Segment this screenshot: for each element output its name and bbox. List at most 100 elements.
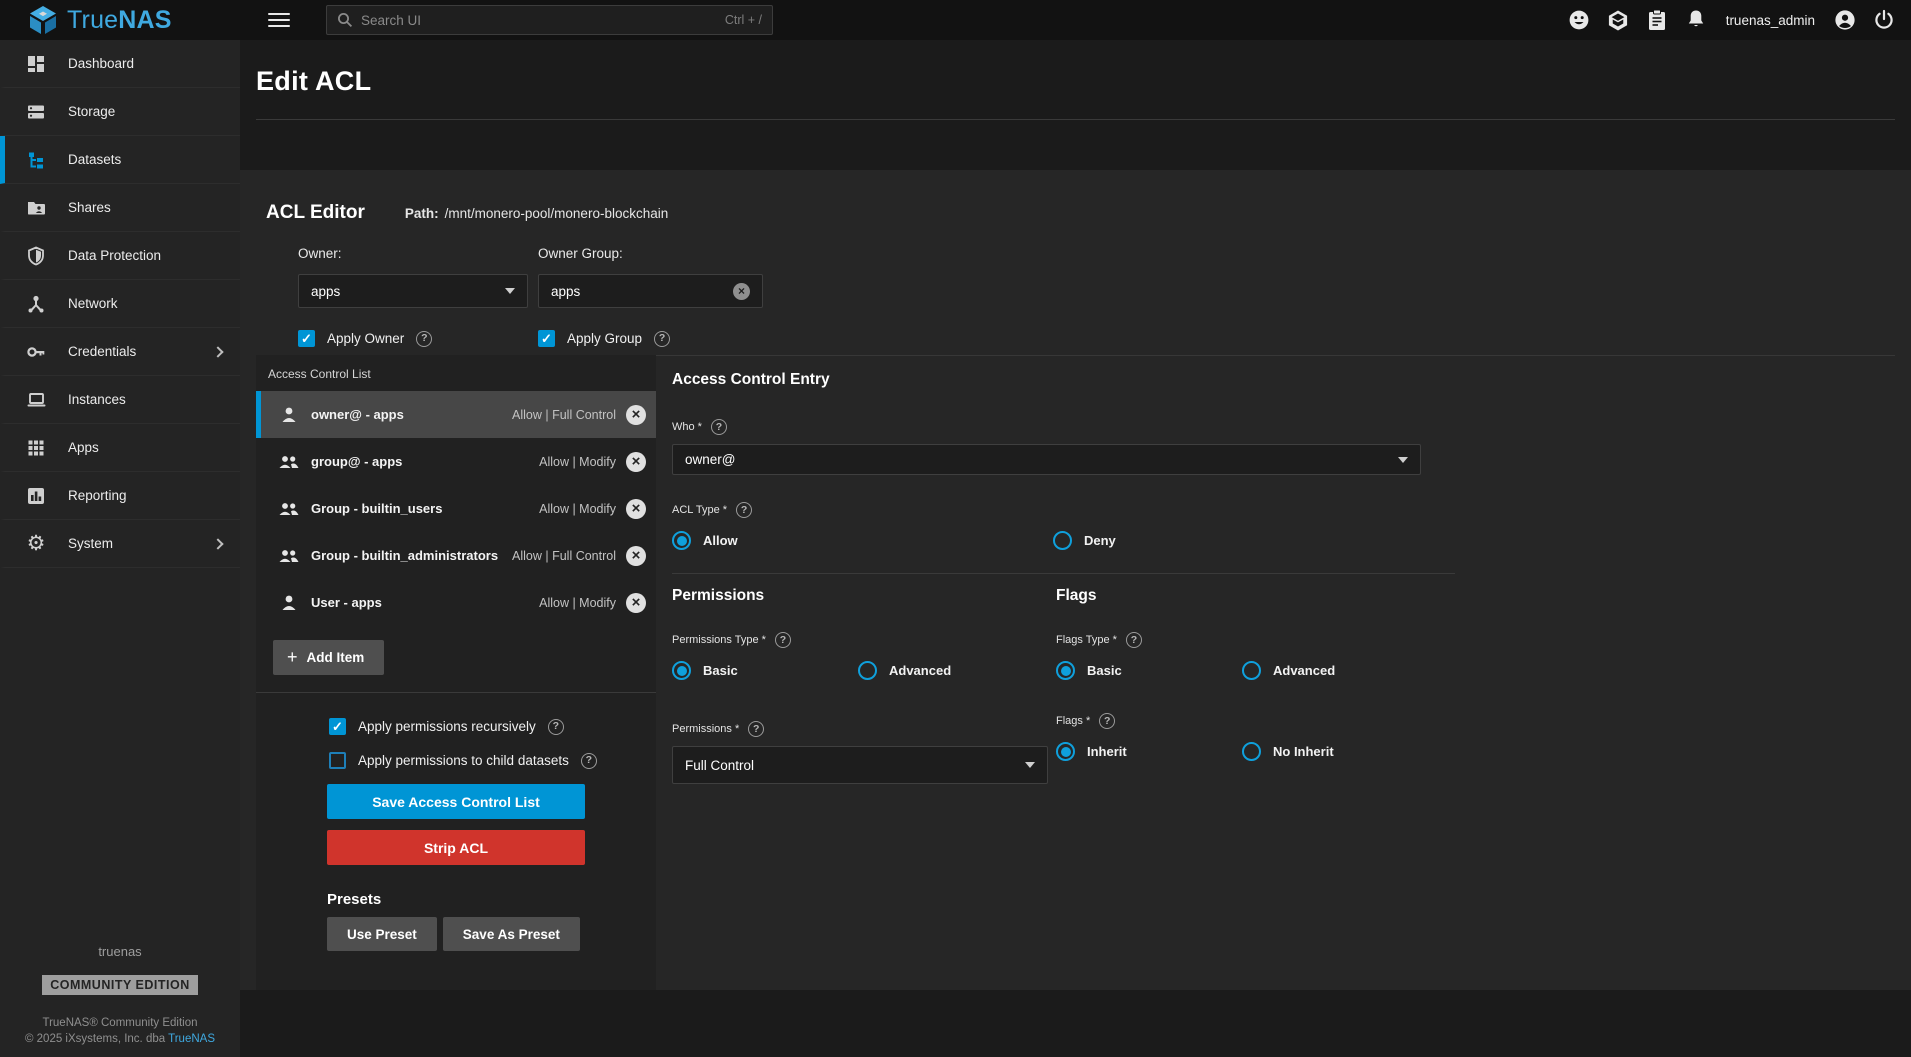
sidebar-item-system[interactable]: ⚙ System: [0, 520, 240, 568]
owner-select[interactable]: apps: [298, 274, 528, 308]
jobs-clipboard-icon[interactable]: [1646, 9, 1668, 31]
search-input[interactable]: [361, 13, 717, 28]
strip-acl-button[interactable]: Strip ACL: [327, 830, 585, 865]
flags-heading: Flags: [1056, 587, 1440, 605]
top-bar: TrueNAS Ctrl + / truenas_admin: [0, 0, 1911, 40]
sidebar-item-datasets[interactable]: Datasets: [0, 136, 240, 184]
power-icon[interactable]: [1873, 9, 1895, 31]
acl-type-deny-radio[interactable]: [1053, 531, 1072, 550]
footer-edition-text: TrueNAS® Community Edition: [0, 1017, 240, 1029]
sidebar-item-credentials[interactable]: Credentials: [0, 328, 240, 376]
sidebar-item-dashboard[interactable]: Dashboard: [0, 40, 240, 88]
acl-entry-row[interactable]: Group - builtin_administrators Allow | F…: [256, 532, 656, 579]
acl-entry-summary: Allow | Modify: [539, 502, 616, 516]
user-icon: [278, 404, 300, 426]
apply-owner-checkbox[interactable]: ✓: [298, 330, 315, 347]
sidebar-item-storage[interactable]: Storage: [0, 88, 240, 136]
acl-type-label: ACL Type *: [672, 504, 727, 516]
chevron-right-icon: [212, 346, 223, 357]
apply-group-checkbox[interactable]: ✓: [538, 330, 555, 347]
help-icon[interactable]: ?: [581, 753, 597, 769]
ace-divider: [672, 573, 1455, 574]
sidebar-item-reporting[interactable]: Reporting: [0, 472, 240, 520]
help-icon[interactable]: ?: [736, 502, 752, 518]
apply-recursively-checkbox[interactable]: ✓: [329, 718, 346, 735]
sidebar-item-apps[interactable]: Apps: [0, 424, 240, 472]
owner-group-label: Owner Group:: [538, 246, 763, 261]
help-icon[interactable]: ?: [654, 331, 670, 347]
owner-group-input[interactable]: apps ×: [538, 274, 763, 308]
flags-type-advanced-radio[interactable]: [1242, 661, 1261, 680]
apply-child-datasets-checkbox[interactable]: [329, 752, 346, 769]
clear-icon[interactable]: ×: [733, 283, 750, 300]
truenas-logo-icon: [28, 5, 58, 35]
permissions-select[interactable]: Full Control: [672, 746, 1048, 784]
add-item-button[interactable]: +Add Item: [273, 640, 384, 675]
reporting-chart-icon: [25, 485, 47, 507]
permissions-type-advanced-radio[interactable]: [858, 661, 877, 680]
sidebar-item-shares[interactable]: Shares: [0, 184, 240, 232]
sidebar-item-data-protection[interactable]: Data Protection: [0, 232, 240, 280]
acl-type-allow-radio[interactable]: [672, 531, 691, 550]
sidebar-item-network[interactable]: Network: [0, 280, 240, 328]
title-divider: [256, 119, 1895, 120]
chevron-down-icon: [505, 288, 515, 294]
username-label: truenas_admin: [1726, 13, 1815, 28]
use-preset-button[interactable]: Use Preset: [327, 917, 437, 951]
flags-type-advanced-label: Advanced: [1273, 663, 1335, 678]
permissions-type-basic-label: Basic: [703, 663, 738, 678]
acl-entry-row[interactable]: User - apps Allow | Modify ×: [256, 579, 656, 626]
flags-section: Flags Flags Type * ? Basic Advanced: [1056, 587, 1440, 784]
remove-entry-icon[interactable]: ×: [626, 405, 646, 425]
panel-divider: [256, 692, 656, 693]
menu-toggle-icon[interactable]: [268, 9, 290, 31]
who-select[interactable]: owner@: [672, 444, 1421, 475]
flags-inherit-radio[interactable]: [1056, 742, 1075, 761]
acl-type-allow-label: Allow: [703, 533, 738, 548]
truenas-logo[interactable]: TrueNAS: [0, 5, 240, 35]
laptop-icon: [25, 389, 47, 411]
alerts-bell-icon[interactable]: [1685, 9, 1707, 31]
owner-label: Owner:: [298, 246, 528, 261]
help-icon[interactable]: ?: [1099, 713, 1115, 729]
flags-no-inherit-radio[interactable]: [1242, 742, 1261, 761]
permissions-type-basic-radio[interactable]: [672, 661, 691, 680]
remove-entry-icon[interactable]: ×: [626, 499, 646, 519]
remove-entry-icon[interactable]: ×: [626, 452, 646, 472]
flags-type-basic-radio[interactable]: [1056, 661, 1075, 680]
save-as-preset-button[interactable]: Save As Preset: [443, 917, 580, 951]
remove-entry-icon[interactable]: ×: [626, 546, 646, 566]
page-title: Edit ACL: [240, 40, 1911, 97]
search-box[interactable]: Ctrl + /: [326, 5, 773, 35]
acl-entry-row[interactable]: group@ - apps Allow | Modify ×: [256, 438, 656, 485]
acl-entry-row[interactable]: owner@ - apps Allow | Full Control ×: [256, 391, 656, 438]
help-icon[interactable]: ?: [548, 719, 564, 735]
save-acl-button[interactable]: Save Access Control List: [327, 784, 585, 819]
help-icon[interactable]: ?: [775, 632, 791, 648]
flags-type-basic-label: Basic: [1087, 663, 1122, 678]
user-avatar-icon[interactable]: [1834, 9, 1856, 31]
sidebar-item-label: System: [68, 536, 113, 551]
storage-icon: [25, 101, 47, 123]
help-icon[interactable]: ?: [711, 419, 727, 435]
brand-text: TrueNAS: [67, 6, 172, 35]
acl-entry-row[interactable]: Group - builtin_users Allow | Modify ×: [256, 485, 656, 532]
shares-folder-icon: [25, 197, 47, 219]
permissions-section: Permissions Permissions Type * ? Basic A…: [672, 587, 1056, 784]
acl-entry-summary: Allow | Modify: [539, 596, 616, 610]
sidebar-item-instances[interactable]: Instances: [0, 376, 240, 424]
feedback-smiley-icon[interactable]: [1568, 9, 1590, 31]
flags-label: Flags *: [1056, 715, 1090, 727]
acl-editor-title: ACL Editor: [266, 202, 365, 224]
truecommand-icon[interactable]: [1607, 9, 1629, 31]
remove-entry-icon[interactable]: ×: [626, 593, 646, 613]
acl-editor-card: ACL Editor Path:/mnt/monero-pool/monero-…: [240, 170, 1911, 990]
help-icon[interactable]: ?: [416, 331, 432, 347]
main-content: Edit ACL ACL Editor Path:/mnt/monero-poo…: [240, 40, 1911, 1057]
sidebar-item-label: Instances: [68, 392, 126, 407]
help-icon[interactable]: ?: [1126, 632, 1142, 648]
ace-title: Access Control Entry: [672, 371, 1895, 389]
truenas-footer-link[interactable]: TrueNAS: [168, 1033, 215, 1045]
search-shortcut: Ctrl + /: [725, 13, 762, 27]
help-icon[interactable]: ?: [748, 721, 764, 737]
